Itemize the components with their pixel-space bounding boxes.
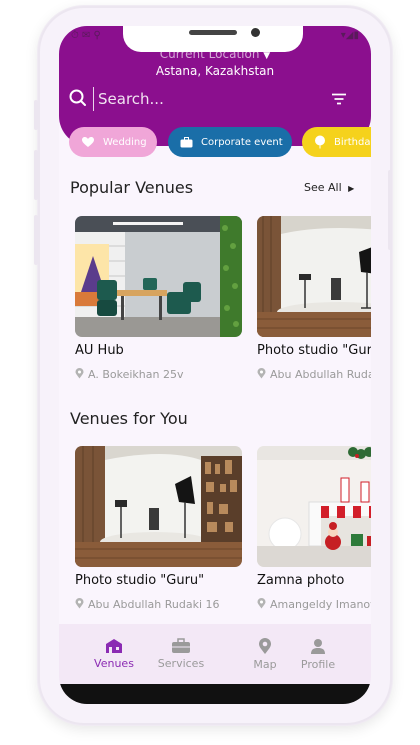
popular-venues-title: Popular Venues <box>70 178 194 197</box>
current-location-value: Astana, Kazakhstan <box>155 64 275 78</box>
venue-card-image[interactable] <box>75 216 242 337</box>
nav-services[interactable]: Services <box>156 638 206 670</box>
filter-icon[interactable] <box>331 90 347 109</box>
venue-card-address: Amangeldy Imanov <box>257 598 371 611</box>
venue-card-image[interactable] <box>75 446 242 567</box>
nav-label: Venues <box>94 657 134 670</box>
nav-map[interactable]: Map <box>249 638 281 671</box>
location-pin-icon <box>257 368 266 379</box>
briefcase-icon <box>180 136 193 147</box>
chevron-down-icon: ▼ <box>263 51 271 61</box>
phone-side-button <box>34 150 38 200</box>
venue-card-address-text: Abu Abdullah Rudaki 16 <box>270 368 371 381</box>
nav-label: Services <box>157 657 205 670</box>
venue-card-address-text: A. Bokeikhan 25v <box>88 368 184 381</box>
search-icon[interactable] <box>69 89 87 111</box>
location-pin-icon <box>75 598 84 609</box>
chip-corporate-event[interactable]: Corporate event <box>168 127 292 157</box>
heart-icon <box>82 137 94 147</box>
chip-birthday[interactable]: Birthda <box>302 127 371 157</box>
venue-card-name[interactable]: AU Hub <box>75 343 124 358</box>
venues-for-you-title: Venues for You <box>70 409 188 428</box>
venue-card-image[interactable] <box>257 446 371 567</box>
venue-card-name[interactable]: Zamna photo <box>257 573 344 588</box>
venue-card-name[interactable]: Photo studio "Guru" <box>75 573 204 588</box>
venue-card-address-text: Abu Abdullah Rudaki 16 <box>88 598 220 611</box>
phone-power-button <box>388 170 392 250</box>
status-icons-left: ⏱ ✉ ⚲ <box>71 30 101 41</box>
chip-wedding[interactable]: Wedding <box>69 127 157 157</box>
system-navigation-bar <box>59 684 371 704</box>
briefcase-icon <box>172 638 190 653</box>
balloon-icon <box>315 135 325 149</box>
chevron-right-icon: ▶ <box>348 184 355 193</box>
venue-card-name[interactable]: Photo studio "Guru" <box>257 343 371 358</box>
nav-venues[interactable]: Venues <box>92 638 136 670</box>
location-pin-icon <box>75 368 84 379</box>
nav-profile[interactable]: Profile <box>298 638 338 671</box>
chip-label: Wedding <box>103 136 147 148</box>
location-pin-icon <box>257 598 266 609</box>
chip-label: Corporate event <box>201 136 283 148</box>
see-all-link[interactable]: See All ▶ <box>304 181 354 194</box>
venues-icon <box>106 639 122 653</box>
nav-label: Map <box>253 658 277 671</box>
chip-label: Birthda <box>334 136 371 148</box>
map-pin-icon <box>259 638 271 654</box>
search-input[interactable] <box>93 87 320 111</box>
see-all-label: See All <box>304 181 342 194</box>
venue-card-image[interactable] <box>257 216 371 337</box>
bottom-navigation: Venues Services Map Profile <box>59 624 371 688</box>
venue-card-address: A. Bokeikhan 25v <box>75 368 183 381</box>
phone-side-button <box>34 100 38 130</box>
phone-side-button <box>34 215 38 265</box>
app-screen: ⏱ ✉ ⚲ ▾◢▮ Current Location ▼ Astana, Kaz… <box>59 26 371 704</box>
nav-label: Profile <box>300 658 336 671</box>
camera-notch <box>123 26 303 52</box>
person-icon <box>311 639 325 654</box>
venue-card-address: Abu Abdullah Rudaki 16 <box>75 598 220 611</box>
venue-card-address-text: Amangeldy Imanov <box>270 598 371 611</box>
status-icons-right: ▾◢▮ <box>340 30 359 41</box>
venue-card-address: Abu Abdullah Rudaki 16 <box>257 368 371 381</box>
